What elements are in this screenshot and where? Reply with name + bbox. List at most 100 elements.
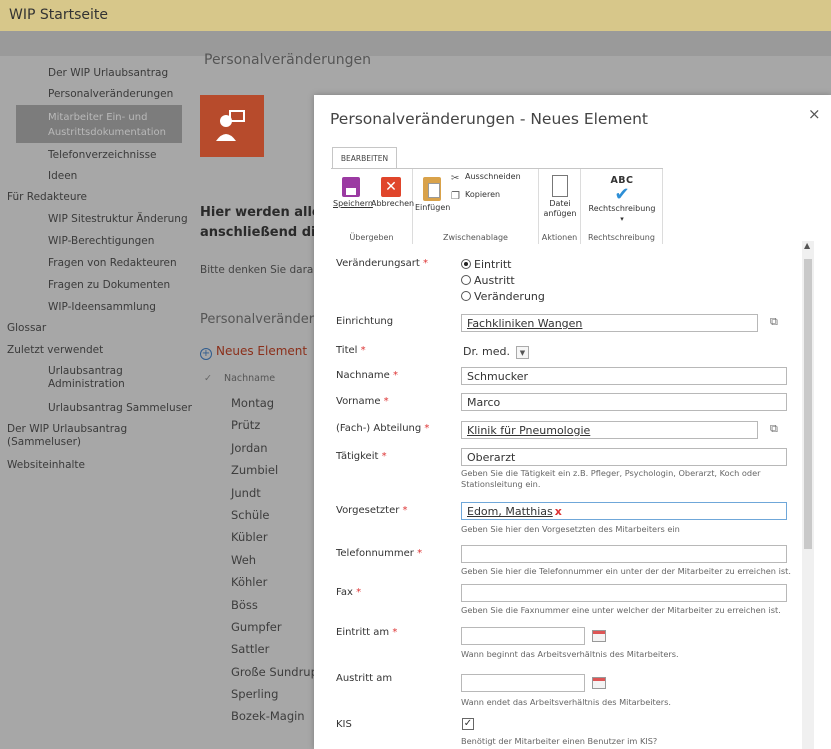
job-input[interactable]: Oberarzt (461, 448, 787, 466)
nav-item-ideen[interactable]: Ideen (48, 170, 77, 182)
radio-icon (461, 291, 471, 301)
new-item-label: Neues Element (216, 344, 308, 358)
phone-input[interactable] (461, 545, 787, 563)
end-date-input[interactable] (461, 674, 585, 692)
job-label: Tätigkeit * (336, 451, 387, 462)
job-hint: Geben Sie die Tätigkeit ein z.B. Pfleger… (461, 468, 761, 489)
nav-item-glossar[interactable]: Glossar (7, 322, 46, 334)
nav-item-telefonverzeichnisse[interactable]: Telefonverzeichnisse (48, 149, 157, 161)
nav-item-fuer-redakteure[interactable]: Für Redakteure (7, 191, 87, 203)
institution-field[interactable]: Fachkliniken Wangen (461, 314, 758, 332)
radio-austritt-label: Austritt (474, 274, 515, 287)
supervisor-value[interactable]: Edom, Matthias (467, 505, 553, 518)
calendar-icon[interactable] (592, 630, 606, 642)
fax-input[interactable] (461, 584, 787, 602)
last-name-input[interactable]: Schmucker (461, 367, 787, 385)
required-marker: * (424, 423, 430, 434)
nav-item-urlaubsantrag-sammeluser[interactable]: Urlaubsantrag Sammeluser (48, 402, 192, 414)
list-item[interactable]: Montag (231, 396, 318, 418)
list-item[interactable]: Kübler (231, 530, 318, 552)
nav-item-websiteinhalte[interactable]: Websiteinhalte (7, 459, 85, 471)
list-item[interactable]: Zumbiel (231, 463, 318, 485)
radio-eintritt[interactable]: Eintritt (461, 258, 512, 271)
lookup-icon[interactable]: ⧉ (770, 315, 778, 329)
close-icon[interactable]: × (808, 105, 821, 123)
radio-austritt[interactable]: Austritt (461, 274, 515, 287)
supervisor-label-text: Vorgesetzter (336, 505, 400, 516)
fax-hint: Geben Sie die Faxnummer eine unter welch… (461, 605, 781, 615)
list-item[interactable]: Sperling (231, 687, 318, 709)
list-item[interactable]: Sattler (231, 642, 318, 664)
remove-person-icon[interactable]: x (555, 505, 562, 518)
page-intro-bold: Hier werden alle anschließend die (200, 203, 324, 243)
nav-item-selected[interactable]: Mitarbeiter Ein- und Austrittsdokumentat… (16, 105, 182, 143)
list-item[interactable]: Köhler (231, 575, 318, 597)
lookup-icon[interactable]: ⧉ (770, 422, 778, 436)
list-item[interactable]: Große Sundrup (231, 665, 318, 687)
radio-veraenderung[interactable]: Veränderung (461, 290, 545, 303)
site-title[interactable]: WIP Startseite (9, 7, 108, 23)
list-item[interactable]: Böss (231, 598, 318, 620)
list-item[interactable]: Bozek-Magin (231, 709, 318, 731)
column-header[interactable]: ✓ Nachname (204, 373, 275, 384)
nav-item-fragen-dokumente[interactable]: Fragen zu Dokumenten (48, 279, 170, 291)
file-attach-icon (552, 175, 568, 197)
tab-bearbeiten[interactable]: BEARBEITEN (332, 147, 397, 169)
fax-label-text: Fax (336, 587, 353, 598)
nav-item-zuletzt[interactable]: Zuletzt verwendet (7, 344, 103, 356)
save-button[interactable]: Speichern (333, 177, 373, 209)
kis-hint: Benötigt der Mitarbeiter einen Benutzer … (461, 736, 658, 746)
item-form: Veränderungsart * Eintritt Austritt Verä… (323, 245, 813, 749)
nav-item-wip-urlaubsantrag-sammeluser[interactable]: Der WIP Urlaubsantrag (Sammeluser) (7, 423, 157, 449)
nav-item-berechtigungen[interactable]: WIP-Berechtigungen (48, 235, 154, 247)
last-name-label-text: Nachname (336, 370, 390, 381)
list-item[interactable]: Weh (231, 553, 318, 575)
new-item-dialog: Personalveränderungen - Neues Element × … (314, 95, 831, 749)
required-marker: * (360, 345, 366, 356)
attach-file-button[interactable]: Datei anfügen (542, 175, 578, 219)
ribbon-group-actions: Datei anfügen Aktionen (539, 169, 581, 244)
copy-button[interactable]: ❐ Kopieren (451, 190, 500, 202)
attach-label-1: Datei (549, 199, 571, 208)
cut-button[interactable]: ✂ Ausschneiden (451, 172, 521, 184)
title-label-text: Titel (336, 345, 358, 356)
supervisor-label: Vorgesetzter * (336, 505, 408, 516)
cut-label: Ausschneiden (465, 172, 521, 181)
scissors-icon: ✂ (451, 173, 460, 184)
cancel-button[interactable]: ✕ Abbrechen (371, 177, 415, 209)
list-item[interactable]: Schüle (231, 508, 318, 530)
paste-button[interactable]: Einfügen (415, 177, 451, 213)
nav-item-fragen-redakteure[interactable]: Fragen von Redakteuren (48, 257, 177, 269)
group-label-commit: Übergeben (349, 233, 394, 242)
list-title: Personalveränderu (200, 312, 323, 327)
nav-item-personalveraenderungen[interactable]: Personalveränderungen (48, 88, 173, 100)
phone-label: Telefonnummer * (336, 548, 422, 559)
title-select[interactable]: Dr. med. ▼ (461, 343, 552, 361)
cancel-label: Abbrechen (371, 199, 415, 208)
new-item-link[interactable]: + Neues Element (200, 344, 307, 360)
list-item[interactable]: Prütz (231, 418, 318, 440)
nav-item-urlaubsantrag-admin[interactable]: Urlaubsantrag Administration (48, 365, 158, 391)
page-note: Bitte denken Sie daran (200, 264, 320, 276)
nav-item-sitestruktur[interactable]: WIP Sitestruktur Änderung (48, 213, 188, 225)
department-field[interactable]: Klinik für Pneumologie (461, 421, 758, 439)
list-item[interactable]: Jundt (231, 486, 318, 508)
supervisor-people-picker[interactable]: Edom, Matthias x (461, 502, 787, 520)
group-label-spelling: Rechtschreibung (588, 233, 655, 242)
first-name-input[interactable]: Marco (461, 393, 787, 411)
list-item[interactable]: Jordan (231, 441, 318, 463)
plus-icon: + (200, 348, 212, 360)
calendar-icon[interactable] (592, 677, 606, 689)
first-name-label-text: Vorname (336, 396, 381, 407)
phone-label-text: Telefonnummer (336, 548, 414, 559)
suite-bar (0, 31, 831, 56)
nav-item-ideensammlung[interactable]: WIP-Ideensammlung (48, 301, 156, 313)
kis-checkbox[interactable]: ✓ (462, 718, 474, 730)
nav-item-urlaubsantrag[interactable]: Der WIP Urlaubsantrag (48, 67, 168, 79)
chevron-down-icon: ▼ (515, 346, 529, 359)
spelling-button[interactable]: ABC ✔ Rechtschreibung ▾ (584, 175, 660, 224)
list-item[interactable]: Gumpfer (231, 620, 318, 642)
checkmark-icon: ✓ (204, 373, 212, 384)
paste-label: Einfügen (415, 203, 451, 212)
start-date-input[interactable] (461, 627, 585, 645)
